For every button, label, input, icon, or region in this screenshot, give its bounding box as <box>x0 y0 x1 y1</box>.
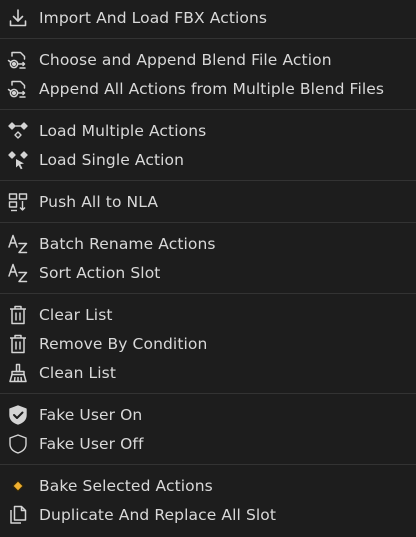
menu-item-bake-selected-actions[interactable]: Bake Selected Actions <box>0 471 416 500</box>
menu-item-fake-user-on[interactable]: Fake User On <box>0 400 416 429</box>
menu-separator <box>0 222 416 223</box>
append-blend-icon <box>6 48 30 72</box>
menu-item-label: Load Multiple Actions <box>39 121 207 140</box>
menu-separator <box>0 393 416 394</box>
menu-item-append-all-actions-multiple-blend[interactable]: Append All Actions from Multiple Blend F… <box>0 74 416 103</box>
menu-item-choose-append-blend-action[interactable]: Choose and Append Blend File Action <box>0 45 416 74</box>
menu-item-label: Append All Actions from Multiple Blend F… <box>39 79 385 98</box>
menu-item-duplicate-replace-all-slot[interactable]: Duplicate And Replace All Slot <box>0 500 416 529</box>
menu-item-sort-action-slot[interactable]: Sort Action Slot <box>0 258 416 287</box>
import-icon <box>6 6 30 30</box>
menu-item-load-single-action[interactable]: Load Single Action <box>0 145 416 174</box>
trash-icon <box>6 303 30 327</box>
menu-item-label: Remove By Condition <box>39 334 208 353</box>
menu-item-label: Clean List <box>39 363 117 382</box>
menu-item-label: Push All to NLA <box>39 192 159 211</box>
menu-item-push-all-to-nla[interactable]: Push All to NLA <box>0 187 416 216</box>
menu-item-label: Bake Selected Actions <box>39 476 213 495</box>
menu-item-clean-list[interactable]: Clean List <box>0 358 416 387</box>
brush-icon <box>6 361 30 385</box>
menu-item-load-multiple-actions[interactable]: Load Multiple Actions <box>0 116 416 145</box>
trash-icon <box>6 332 30 356</box>
menu-item-label: Fake User On <box>39 405 143 424</box>
duplicate-icon <box>6 503 30 527</box>
menu-separator <box>0 109 416 110</box>
menu-separator <box>0 38 416 39</box>
keyframe-diamond-icon <box>6 474 30 498</box>
sort-alpha-icon <box>6 261 30 285</box>
menu-item-label: Choose and Append Blend File Action <box>39 50 332 69</box>
menu-item-batch-rename-actions[interactable]: Batch Rename Actions <box>0 229 416 258</box>
menu-item-label: Fake User Off <box>39 434 144 453</box>
menu-item-label: Load Single Action <box>39 150 185 169</box>
menu-item-label: Sort Action Slot <box>39 263 161 282</box>
keyframes-icon <box>6 119 30 143</box>
menu-separator <box>0 180 416 181</box>
keyframe-cursor-icon <box>6 148 30 172</box>
menu-item-fake-user-off[interactable]: Fake User Off <box>0 429 416 458</box>
menu-item-label: Clear List <box>39 305 113 324</box>
menu-item-clear-list[interactable]: Clear List <box>0 300 416 329</box>
menu-item-remove-by-condition[interactable]: Remove By Condition <box>0 329 416 358</box>
sort-alpha-icon <box>6 232 30 256</box>
shield-outline-icon <box>6 432 30 456</box>
menu-item-label: Import And Load FBX Actions <box>39 8 268 27</box>
context-menu: Import And Load FBX Actions Choose and A… <box>0 0 416 537</box>
append-blend-icon <box>6 77 30 101</box>
shield-filled-icon <box>6 403 30 427</box>
menu-item-label: Batch Rename Actions <box>39 234 216 253</box>
menu-separator <box>0 464 416 465</box>
nla-push-icon <box>6 190 30 214</box>
menu-item-import-load-fbx-actions[interactable]: Import And Load FBX Actions <box>0 3 416 32</box>
menu-item-label: Duplicate And Replace All Slot <box>39 505 277 524</box>
menu-separator <box>0 293 416 294</box>
